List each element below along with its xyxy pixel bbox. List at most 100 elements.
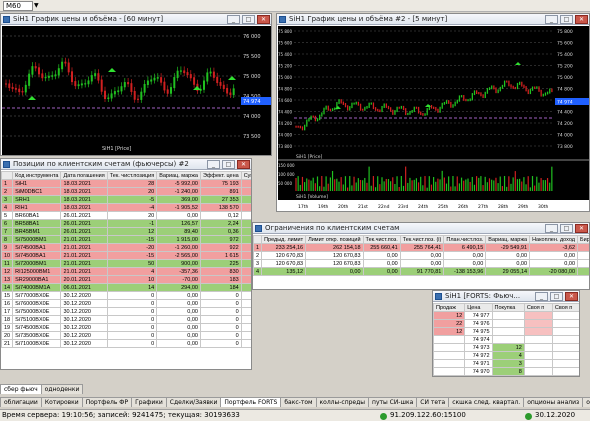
minimize-button[interactable]: _ [535, 292, 548, 301]
tab-4[interactable]: Сделки/Заявки [165, 397, 222, 407]
table-row[interactable]: 15Si77000BX0E30.12.202000,0000,00 [1, 291, 251, 300]
orderbook-row[interactable]: 74 970 8 [433, 367, 579, 376]
tab-5[interactable]: Портфель FORTS [220, 397, 282, 407]
minimize-button[interactable]: _ [207, 160, 220, 169]
tab-6[interactable]: бакс-том [280, 397, 317, 407]
column-header[interactable]: План.чист.поз. [443, 235, 487, 244]
column-header[interactable]: Тек.чист.поз. (i) [399, 235, 445, 244]
orderbook-row[interactable]: 12 74 977 [433, 311, 579, 320]
column-header[interactable]: Вариац. маржа [485, 235, 531, 244]
table-row[interactable]: 17Si75000BX0E30.12.202000,000-166,00 [1, 307, 251, 316]
minimize-button[interactable]: _ [545, 15, 558, 24]
table-row[interactable]: 10Si74500BA121.01.2021-15-2 565,001 6157… [1, 251, 251, 260]
table-row[interactable]: 4RIH118.03.2021-4-1 905,52138 5706 042,0… [1, 203, 251, 212]
close-button[interactable]: ✕ [575, 15, 588, 24]
table-row[interactable]: 16Si76000BX0E30.12.202000,00032 640,00 [1, 299, 251, 308]
column-header[interactable]: Биржевые сборы [577, 235, 589, 244]
maximize-button[interactable]: □ [242, 15, 255, 24]
table-row[interactable]: 2SiM0DBC118.03.202120-1 240,008913 530,0… [1, 187, 251, 196]
maximize-button[interactable]: □ [560, 15, 573, 24]
tab-one-day[interactable]: одноденки [40, 384, 84, 394]
table-row[interactable]: 18Si75100BX0E30.12.202000,000-288,00 [1, 315, 251, 324]
maximize-button[interactable]: □ [550, 292, 563, 301]
orderbook-row[interactable]: 22 74 976 [433, 319, 579, 328]
tab-1[interactable]: Котировки [40, 397, 83, 407]
maximize-button[interactable]: □ [222, 160, 235, 169]
column-header[interactable]: Код инструмента [12, 171, 62, 180]
maximize-button[interactable]: □ [560, 224, 573, 233]
limits-table[interactable]: Предыд. лимит Лимит откр. позиций Тек.чист… [253, 235, 589, 276]
instrument-select[interactable]: M60 [3, 1, 33, 11]
orderbook-table[interactable]: Продаж Цена Покупка Своя п Своя п 12 74 977 22 7… [433, 303, 579, 376]
price-volume-chart[interactable]: 75 800 75 800 75 600 75 600 75 400 75 400 75 2… [278, 26, 589, 211]
orderbook-row[interactable]: 74 971 3 [433, 359, 579, 368]
positions-window[interactable]: Позиции по клиентским счетам (фьючерсы) … [0, 158, 252, 370]
column-header[interactable]: Тек. чист.позиция [106, 171, 158, 180]
price-chart[interactable]: 76 00075 50075 00074 50074 00073 50074 9… [2, 26, 271, 155]
chart-window-60min[interactable]: SiH1 График цены и объёма - [60 минут] _… [0, 13, 272, 156]
minimize-button[interactable]: _ [227, 15, 240, 24]
window-title-bar[interactable]: SiH1 График цены и объёма #2 - [5 минут]… [277, 14, 589, 25]
table-row[interactable]: 12RI125000BM121.01.20214-357,368301 076,… [1, 267, 251, 276]
table-row[interactable]: 1SiH118.03.202128-5 992,0075 193-20 080,… [1, 179, 251, 188]
column-header[interactable]: Дата погашения [60, 171, 108, 180]
column-header[interactable]: Своя п [551, 303, 579, 312]
table-row[interactable]: 3 120 670,83 120 670,83 0,00 0,00 0,00 0,00 0,0… [253, 259, 589, 268]
column-header[interactable]: Эффект. цена [199, 171, 242, 180]
table-row[interactable]: 14Si74000BM1A06.01.202114294,00184-3 300… [1, 283, 251, 292]
table-row[interactable]: 7BR45BM126.01.20211289,400,36-448,68 [1, 227, 251, 236]
tab-2[interactable]: Портфель ФР [81, 397, 133, 407]
column-header[interactable]: Суммарная вариац. [240, 171, 251, 180]
orderbook-window[interactable]: SiH1 [FORTS: Фьюч... _ □ ✕ Продаж Цена Покуп… [432, 290, 580, 377]
orderbook-row[interactable]: 74 972 4 [433, 351, 579, 360]
tab-9[interactable]: СИ тета [416, 397, 450, 407]
window-title-bar[interactable]: SiH1 График цены и объёма - [60 минут] _… [1, 14, 271, 25]
orderbook-row[interactable]: 74 973 12 [433, 343, 579, 352]
table-row[interactable]: 6BR58BA126.01.2021-1126,572,24-59,82 [1, 219, 251, 228]
table-row[interactable]: 4 135,12 0,00 0,00 91 770,81 -138 153,96 29 05… [253, 267, 589, 276]
tab-0[interactable]: облигации [0, 397, 42, 407]
table-row[interactable]: 20Si73500BX0E30.12.202000,000-210,00 [1, 331, 251, 340]
column-header[interactable]: Продаж [433, 303, 466, 312]
tab-7[interactable]: коллы-спреды [315, 397, 370, 407]
column-header[interactable]: Вариац. маржа [156, 171, 201, 180]
minimize-button[interactable]: _ [545, 224, 558, 233]
table-row[interactable]: 5BR60BA126.01.2021200,000,12-149,60 [1, 211, 251, 220]
column-header[interactable]: Цена [464, 303, 493, 312]
close-button[interactable]: ✕ [237, 160, 250, 169]
tab-10[interactable]: скшка след. квартал. [448, 397, 525, 407]
tab-sber-futures[interactable]: сбер фьюч [0, 384, 42, 394]
chart-window-5min[interactable]: SiH1 График цены и объёма #2 - [5 минут]… [276, 13, 590, 212]
column-header[interactable]: Своя п [523, 303, 553, 312]
tab-12[interactable]: опционы РТС [582, 397, 590, 407]
column-header[interactable]: Тек.чист.поз. [362, 235, 401, 244]
limits-window[interactable]: Ограничения по клиентским счетам _ □ ✕ Пре… [252, 222, 590, 290]
table-row[interactable]: 13SR29000BA120.01.202110-70,00183-610,00 [1, 275, 251, 284]
table-row[interactable]: 19Si74500BX0E30.12.202000,000-1 100,00 [1, 323, 251, 332]
chevron-down-icon[interactable]: ▼ [34, 2, 39, 9]
close-button[interactable]: ✕ [565, 292, 578, 301]
column-header[interactable] [253, 235, 263, 244]
tab-8[interactable]: путы СИ-шка [368, 397, 418, 407]
close-button[interactable]: ✕ [257, 15, 270, 24]
table-row[interactable]: 21Si71000BX0E30.12.202000,000-149,60 [1, 339, 251, 348]
orderbook-row[interactable]: 74 974 [433, 335, 579, 344]
table-row[interactable]: 9Si74500BA121.01.2021-20-1 260,009226 48… [1, 243, 251, 252]
close-button[interactable]: ✕ [575, 224, 588, 233]
table-row[interactable]: 8Si75000BM121.01.2021-151 915,00972-1 06… [1, 235, 251, 244]
tab-11[interactable]: опционы анализ [523, 397, 584, 407]
table-row[interactable]: 1 233 254,16 262 154,18 255 660,41 255 764,4… [253, 243, 589, 252]
table-row[interactable]: 11Si72000BM121.01.202150900,00225-5 750,… [1, 259, 251, 268]
orderbook-row[interactable]: 12 74 975 [433, 327, 579, 336]
column-header[interactable]: Предыд. лимит [261, 235, 307, 244]
column-header[interactable] [1, 171, 14, 180]
table-row[interactable]: 2 120 670,83 120 670,83 0,00 0,00 0,00 0,00 0,0… [253, 251, 589, 260]
column-header[interactable]: Покупка [491, 303, 525, 312]
window-title-bar[interactable]: Ограничения по клиентским счетам _ □ ✕ [253, 223, 589, 234]
column-header[interactable]: Лимит откр. позиций [305, 235, 364, 244]
column-header[interactable]: Накоплен. доход [529, 235, 579, 244]
positions-table[interactable]: Код инструмента Дата погашения Тек. чист.п… [1, 171, 251, 348]
window-title-bar[interactable]: SiH1 [FORTS: Фьюч... _ □ ✕ [433, 291, 579, 302]
table-row[interactable]: 3SRH118.03.2021-5369,0027 3531 002,00 [1, 195, 251, 204]
window-title-bar[interactable]: Позиции по клиентским счетам (фьючерсы) … [1, 159, 251, 170]
